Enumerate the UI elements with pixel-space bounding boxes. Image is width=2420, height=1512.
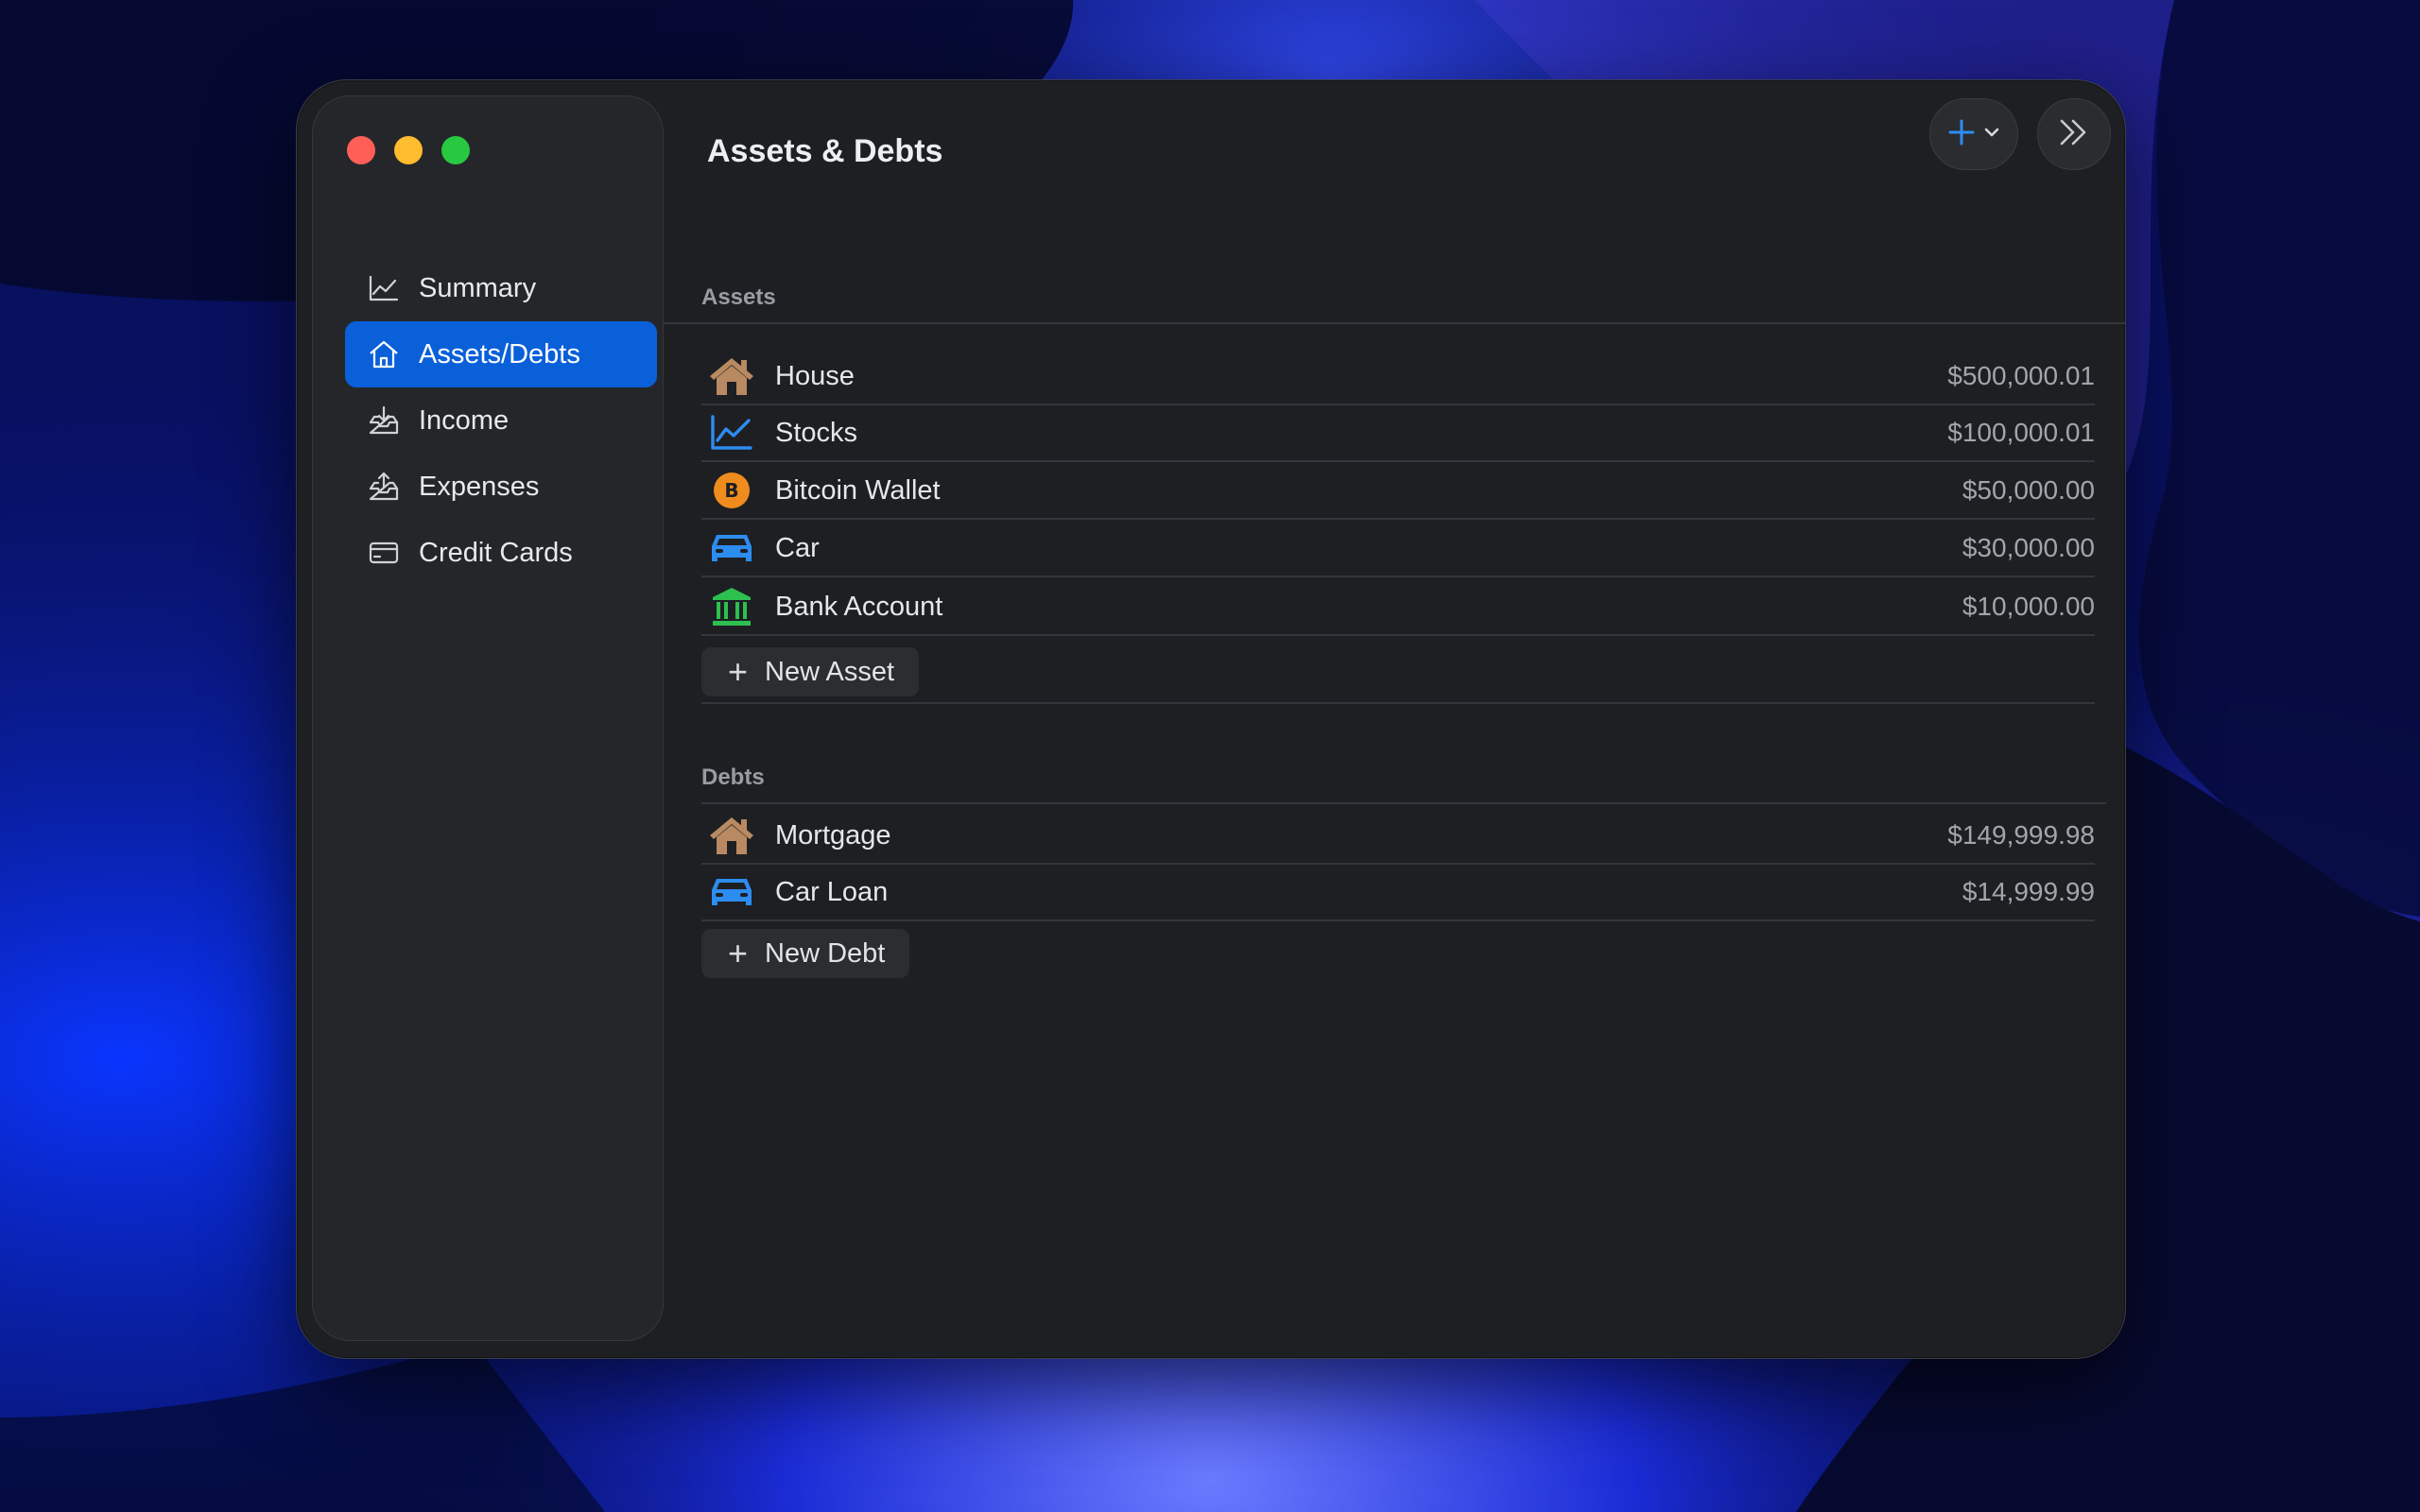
zoom-window-button[interactable] xyxy=(441,136,470,164)
sidebar-item-label: Expenses xyxy=(419,471,540,502)
debts-section-heading: Debts xyxy=(701,765,765,790)
section-divider xyxy=(701,702,2095,704)
house-icon xyxy=(368,338,400,370)
close-window-button[interactable] xyxy=(347,136,375,164)
sidebar-item-summary[interactable]: Summary xyxy=(345,255,657,321)
chevron-down-icon xyxy=(1983,126,2000,143)
sidebar: Summary Assets/Debts Income Expenses Cre… xyxy=(312,95,664,1341)
sidebar-item-label: Income xyxy=(419,404,510,436)
window-controls xyxy=(347,136,470,164)
house-icon xyxy=(701,350,762,403)
sidebar-item-assets-debts[interactable]: Assets/Debts xyxy=(345,321,657,387)
asset-row-car[interactable]: Car $30,000.00 xyxy=(701,521,2095,577)
debt-row-mortgage[interactable]: Mortgage $149,999.98 xyxy=(701,808,2095,865)
sidebar-item-credit-cards[interactable]: Credit Cards xyxy=(345,520,657,586)
add-menu-button[interactable] xyxy=(1929,98,2018,170)
app-window: Summary Assets/Debts Income Expenses Cre… xyxy=(296,79,2126,1359)
asset-row-bitcoin-wallet[interactable]: B Bitcoin Wallet $50,000.00 xyxy=(701,463,2095,520)
new-asset-button[interactable]: + New Asset xyxy=(701,647,920,696)
tray-download-icon xyxy=(368,404,400,437)
sidebar-item-label: Summary xyxy=(419,272,537,303)
asset-label: Bitcoin Wallet xyxy=(775,474,941,506)
sidebar-item-label: Credit Cards xyxy=(419,537,573,568)
car-icon xyxy=(701,522,762,575)
debt-amount: $14,999.99 xyxy=(1962,877,2095,906)
new-debt-label: New Debt xyxy=(765,937,886,969)
plus-icon: + xyxy=(728,652,749,691)
asset-amount: $100,000.01 xyxy=(1947,418,2095,447)
bank-icon xyxy=(701,580,762,633)
chart-line-icon xyxy=(368,272,400,304)
section-divider xyxy=(701,802,2106,804)
sidebar-item-label: Assets/Debts xyxy=(419,338,580,369)
assets-section-heading: Assets xyxy=(701,284,776,310)
debt-amount: $149,999.98 xyxy=(1947,820,2095,850)
asset-amount: $30,000.00 xyxy=(1962,533,2095,562)
tray-upload-icon xyxy=(368,471,400,503)
sidebar-item-expenses[interactable]: Expenses xyxy=(345,454,657,520)
debt-label: Car Loan xyxy=(775,876,889,907)
minimize-window-button[interactable] xyxy=(394,136,423,164)
new-debt-button[interactable]: + New Debt xyxy=(701,929,910,978)
debt-row-car-loan[interactable]: Car Loan $14,999.99 xyxy=(701,865,2095,921)
asset-amount: $10,000.00 xyxy=(1962,592,2095,621)
debt-label: Mortgage xyxy=(775,819,891,850)
plus-icon xyxy=(1947,118,1976,151)
chevrons-right-icon xyxy=(2057,118,2091,151)
car-icon xyxy=(701,866,762,919)
asset-label: Car xyxy=(775,532,820,563)
main-content: Assets & Debts Assets House $500,000.01 xyxy=(664,80,2125,1358)
plus-icon: + xyxy=(728,934,749,972)
asset-amount: $500,000.01 xyxy=(1947,361,2095,390)
expand-sidebar-button[interactable] xyxy=(2037,98,2111,170)
sidebar-item-income[interactable]: Income xyxy=(345,387,657,454)
asset-label: House xyxy=(775,360,855,391)
chart-line-icon xyxy=(701,406,762,459)
asset-row-house[interactable]: House $500,000.01 xyxy=(701,349,2095,405)
new-asset-label: New Asset xyxy=(765,656,895,687)
asset-row-stocks[interactable]: Stocks $100,000.01 xyxy=(701,405,2095,462)
asset-label: Bank Account xyxy=(775,591,943,622)
page-title: Assets & Debts xyxy=(707,133,943,169)
bitcoin-icon: B xyxy=(701,464,762,517)
asset-label: Stocks xyxy=(775,417,858,448)
section-divider xyxy=(664,322,2125,324)
sidebar-nav: Summary Assets/Debts Income Expenses Cre… xyxy=(345,255,657,586)
credit-card-icon xyxy=(368,537,400,569)
asset-amount: $50,000.00 xyxy=(1962,475,2095,505)
asset-row-bank-account[interactable]: Bank Account $10,000.00 xyxy=(701,579,2095,636)
house-icon xyxy=(701,809,762,862)
svg-text:B: B xyxy=(724,479,738,502)
